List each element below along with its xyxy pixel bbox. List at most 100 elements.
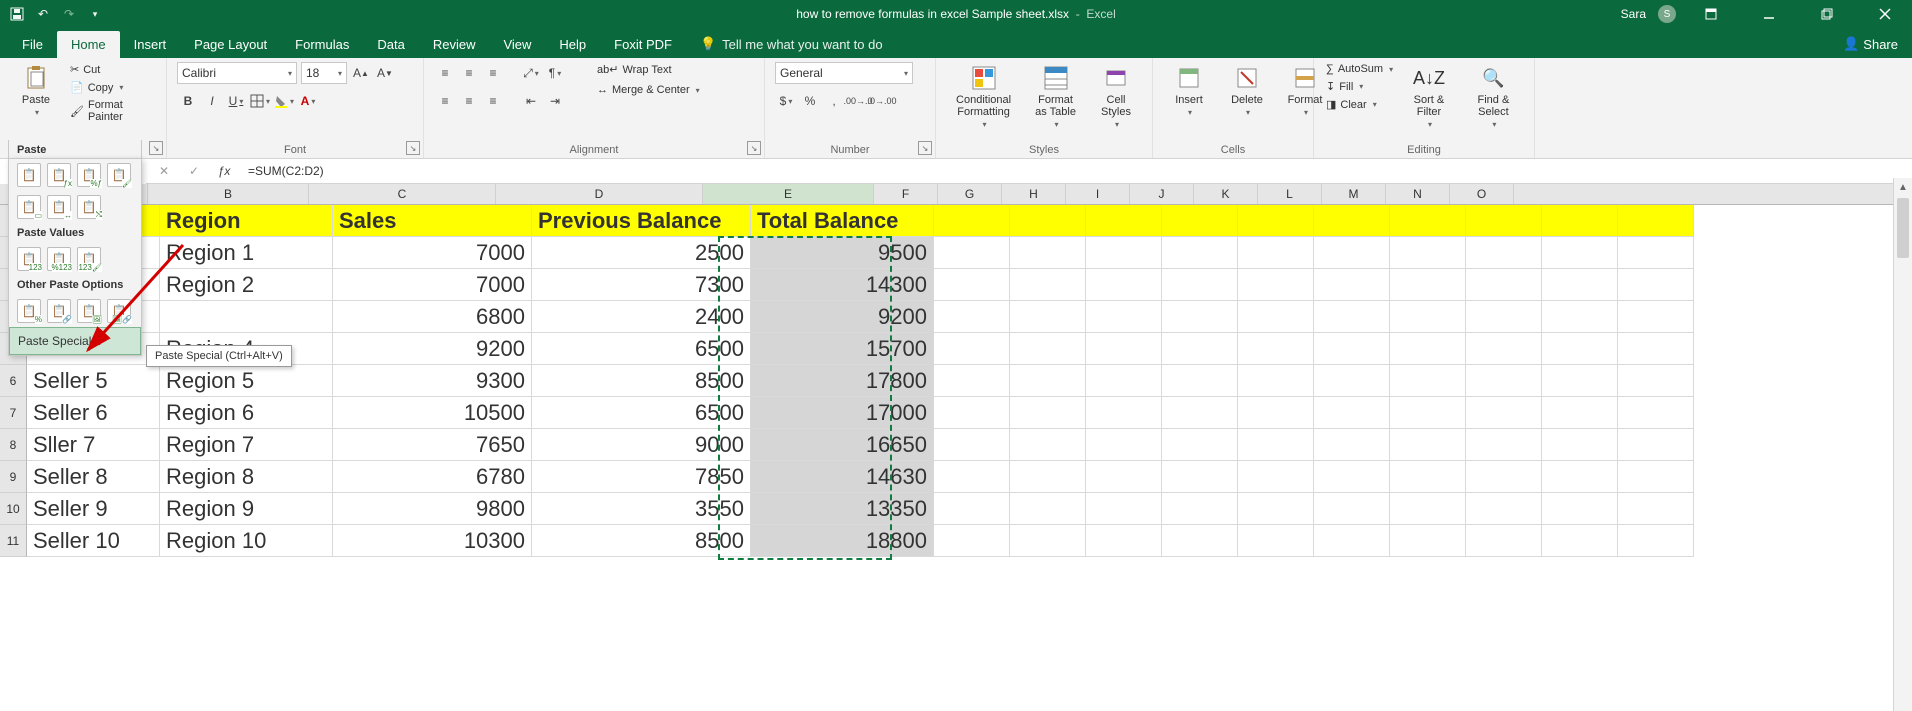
cell[interactable] — [1238, 493, 1314, 525]
cell[interactable] — [1466, 461, 1542, 493]
cell[interactable]: 9200 — [333, 333, 532, 365]
cell[interactable] — [1010, 205, 1086, 237]
cell[interactable]: Region 9 — [160, 493, 333, 525]
cell[interactable] — [934, 205, 1010, 237]
cell[interactable] — [1010, 269, 1086, 301]
col-header-B[interactable]: B — [148, 184, 309, 204]
cell[interactable] — [934, 333, 1010, 365]
cell[interactable] — [1314, 237, 1390, 269]
formula-input[interactable]: =SUM(C2:D2) — [242, 164, 1912, 178]
col-header-C[interactable]: C — [309, 184, 496, 204]
col-header-I[interactable]: I — [1066, 184, 1130, 204]
cell[interactable] — [1466, 301, 1542, 333]
col-header-D[interactable]: D — [496, 184, 703, 204]
cell[interactable] — [1086, 237, 1162, 269]
cell[interactable] — [1618, 237, 1694, 269]
col-header-K[interactable]: K — [1194, 184, 1258, 204]
cell[interactable] — [1466, 493, 1542, 525]
cell[interactable]: Sales — [333, 205, 532, 237]
cell[interactable] — [934, 493, 1010, 525]
cell[interactable] — [1390, 269, 1466, 301]
increase-font-icon[interactable]: A▲ — [351, 63, 371, 83]
orientation-icon[interactable]: ⤢▾ — [520, 62, 542, 84]
row-header[interactable]: 8 — [0, 429, 27, 461]
paste-option-values-source-fmt[interactable]: 123🖌 — [77, 247, 101, 271]
tell-me-search[interactable]: 💡 Tell me what you want to do — [686, 30, 897, 58]
cell[interactable]: Region 7 — [160, 429, 333, 461]
cell[interactable] — [1314, 461, 1390, 493]
cell[interactable]: 14300 — [751, 269, 934, 301]
cell[interactable] — [1010, 301, 1086, 333]
paste-option-picture[interactable]: 🖼 — [77, 299, 101, 323]
paste-option-formulas[interactable]: ƒx — [47, 163, 71, 187]
row-header[interactable]: 10 — [0, 493, 27, 525]
cell[interactable] — [1542, 429, 1618, 461]
percent-icon[interactable]: % — [799, 90, 821, 112]
cell[interactable] — [1086, 205, 1162, 237]
cell[interactable] — [1162, 429, 1238, 461]
number-dialog-launcher[interactable]: ↘ — [918, 141, 932, 155]
cell[interactable] — [1010, 237, 1086, 269]
cell[interactable] — [1238, 333, 1314, 365]
cell[interactable] — [1390, 397, 1466, 429]
cell[interactable] — [934, 429, 1010, 461]
font-name-select[interactable]: Calibri▾ — [177, 62, 297, 84]
cell[interactable]: Region 8 — [160, 461, 333, 493]
cell[interactable]: 14630 — [751, 461, 934, 493]
paste-option-values-numfmt[interactable]: %123 — [47, 247, 71, 271]
cell[interactable] — [1010, 493, 1086, 525]
maximize-button[interactable] — [1804, 0, 1850, 28]
cell[interactable] — [1162, 333, 1238, 365]
cell[interactable]: Total Balance — [751, 205, 934, 237]
cell[interactable]: 7300 — [532, 269, 751, 301]
col-header-L[interactable]: L — [1258, 184, 1322, 204]
cell[interactable] — [1390, 237, 1466, 269]
number-format-select[interactable]: General▾ — [775, 62, 913, 84]
tab-foxit-pdf[interactable]: Foxit PDF — [600, 31, 686, 58]
cell[interactable] — [1314, 269, 1390, 301]
cell[interactable] — [1542, 269, 1618, 301]
decrease-font-icon[interactable]: A▼ — [375, 63, 395, 83]
cell[interactable] — [1086, 461, 1162, 493]
cell[interactable]: 8500 — [532, 525, 751, 557]
cell[interactable] — [1238, 525, 1314, 557]
close-button[interactable] — [1862, 0, 1908, 28]
cell[interactable] — [1542, 301, 1618, 333]
cell[interactable] — [1162, 525, 1238, 557]
cell[interactable]: 2400 — [532, 301, 751, 333]
col-header-O[interactable]: O — [1450, 184, 1514, 204]
cell[interactable] — [1238, 461, 1314, 493]
cell[interactable] — [934, 397, 1010, 429]
row-header[interactable]: 11 — [0, 525, 27, 557]
cell[interactable]: 17800 — [751, 365, 934, 397]
cell[interactable] — [1314, 205, 1390, 237]
col-header-J[interactable]: J — [1130, 184, 1194, 204]
cell[interactable] — [1466, 429, 1542, 461]
cell[interactable] — [1238, 365, 1314, 397]
cell[interactable]: Seller 8 — [27, 461, 160, 493]
worksheet-grid[interactable]: A B C D E F G H I J K L M N O 1RegionSal… — [0, 184, 1912, 557]
cell[interactable]: Seller 9 — [27, 493, 160, 525]
tab-file[interactable]: File — [8, 31, 57, 58]
format-painter-button[interactable]: 🖌Format Painter — [68, 98, 156, 124]
paste-special-menu-item[interactable]: Paste Special... — [9, 327, 141, 355]
sort-filter-button[interactable]: A↓ZSort & Filter▾ — [1401, 62, 1457, 131]
align-center-icon[interactable]: ≡ — [458, 90, 480, 112]
cell[interactable] — [1162, 269, 1238, 301]
cell[interactable] — [934, 237, 1010, 269]
fx-icon[interactable]: ƒx — [214, 161, 234, 181]
insert-cells-button[interactable]: Insert▾ — [1163, 62, 1215, 119]
cell[interactable]: Seller 5 — [27, 365, 160, 397]
cell[interactable] — [1314, 333, 1390, 365]
increase-decimal-icon[interactable]: .00→.0 — [847, 90, 869, 112]
undo-icon[interactable]: ↶ — [34, 5, 52, 23]
cell[interactable] — [934, 525, 1010, 557]
cell[interactable] — [1086, 269, 1162, 301]
cell[interactable] — [1618, 525, 1694, 557]
cell[interactable] — [1542, 493, 1618, 525]
cell[interactable] — [1010, 461, 1086, 493]
cell[interactable]: Sller 7 — [27, 429, 160, 461]
decrease-indent-icon[interactable]: ⇤ — [520, 90, 542, 112]
qat-customize-icon[interactable]: ▾ — [86, 5, 104, 23]
align-top-icon[interactable]: ≡ — [434, 62, 456, 84]
